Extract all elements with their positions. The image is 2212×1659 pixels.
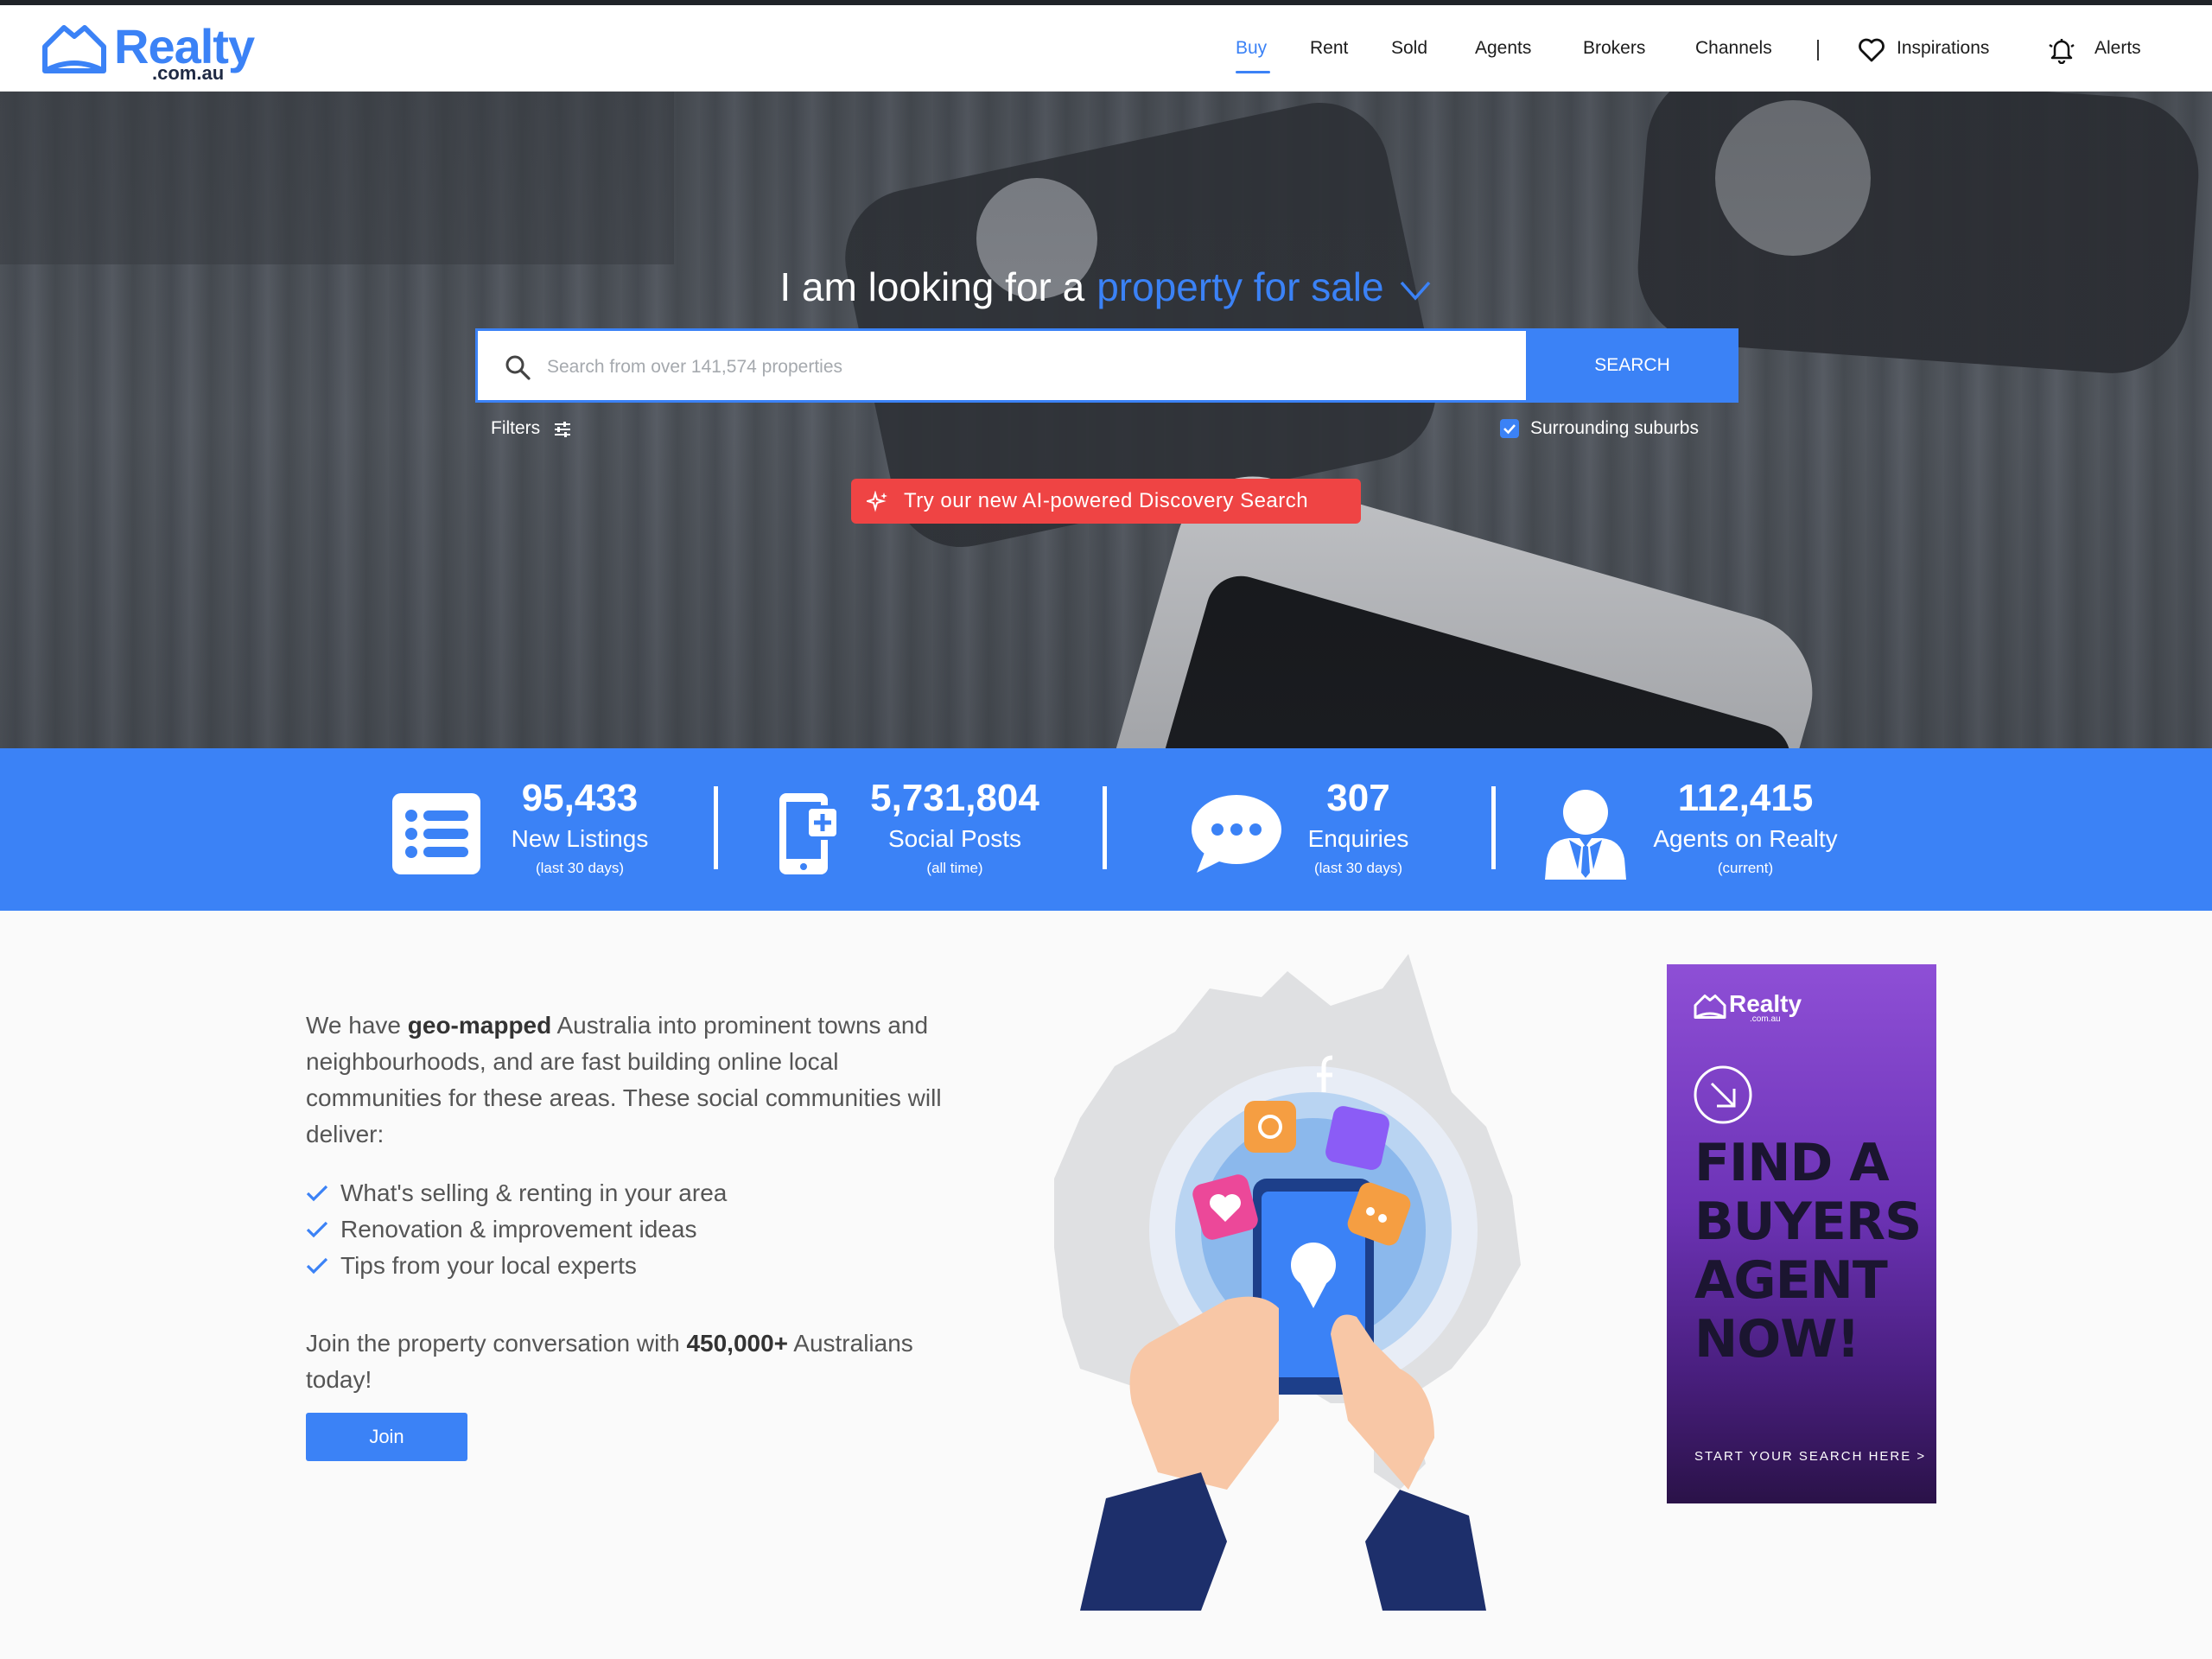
join-button[interactable]: Join	[306, 1413, 467, 1461]
checkmark-icon	[1503, 424, 1516, 435]
ai-discovery-label: Try our new AI-powered Discovery Search	[904, 489, 1309, 512]
check-icon	[306, 1185, 328, 1202]
stat-divider	[1491, 786, 1496, 869]
filters-button[interactable]: Filters	[491, 416, 540, 441]
surrounding-suburbs-label[interactable]: Surrounding suburbs	[1530, 416, 1699, 441]
stat-agents-period: (current)	[1717, 860, 1774, 876]
stat-listings-period: (last 30 days)	[535, 860, 625, 876]
left-sleeve	[1080, 1472, 1227, 1611]
sparkle-icon	[867, 491, 887, 512]
stat-enquiries-value: 307	[1326, 777, 1390, 819]
hero-section: I am looking for a property for sale SEAR…	[0, 92, 2212, 748]
ad-headline: FIND A BUYERS AGENT NOW!	[1694, 1133, 1922, 1370]
stat-enquiries-label: Enquiries	[1307, 825, 1409, 852]
community-intro: We have geo-mapped Australia into promin…	[306, 1007, 954, 1153]
stat-listings-label: New Listings	[511, 825, 649, 852]
sliders-icon[interactable]	[553, 420, 572, 439]
search-icon	[505, 355, 531, 380]
house-logo-icon	[42, 25, 106, 73]
ad-cta-link[interactable]: START YOUR SEARCH HERE >	[1694, 1448, 1926, 1465]
surrounding-suburbs-checkbox[interactable]	[1500, 419, 1519, 438]
instagram-badge	[1244, 1101, 1296, 1153]
stat-divider	[1103, 786, 1107, 869]
nav-inspirations[interactable]: Inspirations	[1897, 36, 1989, 60]
stat-posts-period: (all time)	[926, 860, 983, 876]
join-prompt: Join the property conversation with 450,…	[306, 1325, 963, 1398]
list-icon	[392, 793, 480, 874]
benefit-text: Tips from your local experts	[340, 1252, 637, 1279]
nav-agents[interactable]: Agents	[1475, 36, 1531, 60]
stat-agents-label: Agents on Realty	[1653, 825, 1838, 852]
search-input[interactable]	[547, 348, 1497, 386]
join-text: Join the property conversation with	[306, 1330, 687, 1357]
nav-rent[interactable]: Rent	[1310, 36, 1348, 60]
stat-divider	[714, 786, 718, 869]
check-icon	[306, 1221, 328, 1238]
stat-posts-label: Social Posts	[887, 825, 1022, 852]
nav-alerts[interactable]: Alerts	[2094, 36, 2141, 60]
search-box	[475, 328, 1526, 403]
ad-logo-domain: .com.au	[1750, 1014, 1781, 1024]
bell-icon[interactable]	[2048, 36, 2075, 64]
right-sleeve	[1365, 1490, 1486, 1611]
check-icon	[306, 1257, 328, 1274]
logo-domain: .com.au	[152, 62, 225, 84]
realty-logo[interactable]: Realty .com.au	[40, 21, 264, 83]
stat-posts-value: 5,731,804	[870, 777, 1039, 819]
intro-text: We have	[306, 1012, 408, 1039]
heart-icon[interactable]	[1858, 36, 1885, 64]
australia-social-map-illustration	[1054, 954, 1521, 1611]
nav-channels[interactable]: Channels	[1695, 36, 1772, 60]
intro-highlight: geo-mapped	[407, 1012, 552, 1039]
chat-bubble-icon	[1192, 795, 1281, 873]
nav-sold[interactable]: Sold	[1391, 36, 1427, 60]
stat-enquiries-period: (last 30 days)	[1313, 860, 1403, 876]
stat-listings-value: 95,433	[521, 777, 639, 819]
hero-overlay	[0, 92, 2212, 748]
bubble-dot	[1378, 1214, 1387, 1223]
nav-divider	[1817, 40, 1819, 60]
mobile-post-icon	[779, 793, 840, 874]
bubble-dot	[1366, 1207, 1375, 1216]
listing-type-selector[interactable]: property for sale	[1096, 261, 1383, 313]
benefit-text: Renovation & improvement ideas	[340, 1216, 697, 1243]
search-button[interactable]: SEARCH	[1526, 328, 1738, 403]
nav-active-underline	[1236, 71, 1270, 73]
share-badge	[1325, 1106, 1389, 1170]
stats-bar: 95,433 New Listings (last 30 days) 5,731…	[0, 748, 2212, 911]
benefit-text: What's selling & renting in your area	[340, 1179, 728, 1206]
arrow-down-right-icon	[1694, 1065, 1752, 1124]
nav-buy[interactable]: Buy	[1236, 36, 1267, 60]
site-header: Realty .com.au Buy Rent Sold Agents Brok…	[0, 5, 2212, 92]
agent-icon	[1545, 790, 1626, 880]
hero-title-prefix: I am looking for a	[779, 264, 1085, 309]
buyers-agent-ad[interactable]: Realty .com.au FIND A BUYERS AGENT NOW! …	[1667, 964, 1936, 1503]
house-logo-icon	[1694, 995, 1726, 1019]
ad-logo: Realty .com.au	[1693, 990, 1814, 1025]
ai-discovery-search-button[interactable]: Try our new AI-powered Discovery Search	[851, 479, 1361, 524]
nav-brokers[interactable]: Brokers	[1583, 36, 1645, 60]
stat-agents-value: 112,415	[1677, 777, 1814, 819]
community-section: We have geo-mapped Australia into promin…	[0, 911, 2212, 1659]
hero-title: I am looking for a property for sale	[0, 261, 2212, 313]
chevron-down-icon[interactable]	[1398, 277, 1433, 303]
member-count: 450,000+	[686, 1330, 789, 1357]
